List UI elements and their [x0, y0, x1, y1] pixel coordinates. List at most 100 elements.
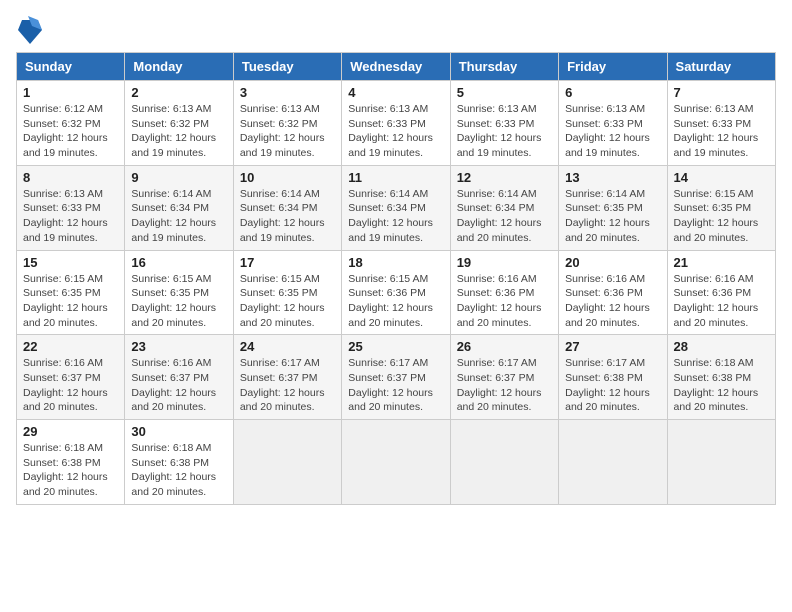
- day-header-monday: Monday: [125, 53, 233, 81]
- day-number: 21: [674, 255, 769, 270]
- calendar-cell: 30Sunrise: 6:18 AMSunset: 6:38 PMDayligh…: [125, 420, 233, 505]
- day-number: 25: [348, 339, 443, 354]
- calendar-cell: 5 Sunrise: 6:13 AMSunset: 6:33 PMDaylight…: [450, 81, 558, 166]
- day-detail: Sunrise: 6:12 AMSunset: 6:32 PMDaylight:…: [23, 102, 118, 161]
- calendar-cell: 17Sunrise: 6:15 AMSunset: 6:35 PMDayligh…: [233, 250, 341, 335]
- day-detail: Sunrise: 6:17 AMSunset: 6:37 PMDaylight:…: [457, 356, 552, 415]
- day-number: 8: [23, 170, 118, 185]
- day-number: 6: [565, 85, 660, 100]
- calendar-week-4: 22 Sunrise: 6:16 AMSunset: 6:37 PMDayligh…: [17, 335, 776, 420]
- day-header-tuesday: Tuesday: [233, 53, 341, 81]
- day-detail: Sunrise: 6:13 AMSunset: 6:33 PMDaylight:…: [674, 102, 769, 161]
- day-detail: Sunrise: 6:16 AMSunset: 6:36 PMDaylight:…: [457, 272, 552, 331]
- day-number: 7: [674, 85, 769, 100]
- calendar-cell: 13 Sunrise: 6:14 AMSunset: 6:35 PMDayligh…: [559, 165, 667, 250]
- calendar-table: SundayMondayTuesdayWednesdayThursdayFrid…: [16, 52, 776, 505]
- day-number: 17: [240, 255, 335, 270]
- calendar-cell: 15 Sunrise: 6:15 AMSunset: 6:35 PMDayligh…: [17, 250, 125, 335]
- day-detail: Sunrise: 6:13 AMSunset: 6:33 PMDaylight:…: [23, 187, 118, 246]
- calendar-cell: [342, 420, 450, 505]
- calendar-cell: 21 Sunrise: 6:16 AMSunset: 6:36 PMDayligh…: [667, 250, 775, 335]
- day-detail: Sunrise: 6:15 AMSunset: 6:35 PMDaylight:…: [674, 187, 769, 246]
- day-number: 19: [457, 255, 552, 270]
- day-detail: Sunrise: 6:13 AMSunset: 6:33 PMDaylight:…: [348, 102, 443, 161]
- day-detail: Sunrise: 6:14 AMSunset: 6:35 PMDaylight:…: [565, 187, 660, 246]
- day-number: 12: [457, 170, 552, 185]
- calendar-cell: 6 Sunrise: 6:13 AMSunset: 6:33 PMDaylight…: [559, 81, 667, 166]
- day-header-friday: Friday: [559, 53, 667, 81]
- day-number: 22: [23, 339, 118, 354]
- page-header: [16, 16, 776, 44]
- day-detail: Sunrise: 6:15 AMSunset: 6:36 PMDaylight:…: [348, 272, 443, 331]
- calendar-header-row: SundayMondayTuesdayWednesdayThursdayFrid…: [17, 53, 776, 81]
- calendar-cell: 25 Sunrise: 6:17 AMSunset: 6:37 PMDayligh…: [342, 335, 450, 420]
- day-detail: Sunrise: 6:16 AMSunset: 6:37 PMDaylight:…: [23, 356, 118, 415]
- calendar-cell: 28 Sunrise: 6:18 AMSunset: 6:38 PMDayligh…: [667, 335, 775, 420]
- calendar-cell: 8 Sunrise: 6:13 AMSunset: 6:33 PMDaylight…: [17, 165, 125, 250]
- day-number: 5: [457, 85, 552, 100]
- day-number: 26: [457, 339, 552, 354]
- calendar-cell: [233, 420, 341, 505]
- logo-icon: [18, 16, 42, 44]
- calendar-cell: 12 Sunrise: 6:14 AMSunset: 6:34 PMDayligh…: [450, 165, 558, 250]
- day-header-wednesday: Wednesday: [342, 53, 450, 81]
- calendar-cell: 9Sunrise: 6:14 AMSunset: 6:34 PMDaylight…: [125, 165, 233, 250]
- calendar-cell: 4Sunrise: 6:13 AMSunset: 6:33 PMDaylight…: [342, 81, 450, 166]
- day-detail: Sunrise: 6:18 AMSunset: 6:38 PMDaylight:…: [674, 356, 769, 415]
- day-detail: Sunrise: 6:15 AMSunset: 6:35 PMDaylight:…: [23, 272, 118, 331]
- day-number: 1: [23, 85, 118, 100]
- calendar-week-5: 29 Sunrise: 6:18 AMSunset: 6:38 PMDayligh…: [17, 420, 776, 505]
- day-number: 10: [240, 170, 335, 185]
- calendar-cell: 3Sunrise: 6:13 AMSunset: 6:32 PMDaylight…: [233, 81, 341, 166]
- calendar-cell: 22 Sunrise: 6:16 AMSunset: 6:37 PMDayligh…: [17, 335, 125, 420]
- day-number: 23: [131, 339, 226, 354]
- calendar-cell: 26 Sunrise: 6:17 AMSunset: 6:37 PMDayligh…: [450, 335, 558, 420]
- day-number: 13: [565, 170, 660, 185]
- day-detail: Sunrise: 6:15 AMSunset: 6:35 PMDaylight:…: [131, 272, 226, 331]
- day-detail: Sunrise: 6:13 AMSunset: 6:33 PMDaylight:…: [457, 102, 552, 161]
- calendar-cell: [559, 420, 667, 505]
- day-detail: Sunrise: 6:16 AMSunset: 6:37 PMDaylight:…: [131, 356, 226, 415]
- day-number: 29: [23, 424, 118, 439]
- calendar-cell: 24Sunrise: 6:17 AMSunset: 6:37 PMDayligh…: [233, 335, 341, 420]
- calendar-cell: 23 Sunrise: 6:16 AMSunset: 6:37 PMDayligh…: [125, 335, 233, 420]
- day-number: 20: [565, 255, 660, 270]
- calendar-cell: 11 Sunrise: 6:14 AMSunset: 6:34 PMDayligh…: [342, 165, 450, 250]
- calendar-cell: 20 Sunrise: 6:16 AMSunset: 6:36 PMDayligh…: [559, 250, 667, 335]
- day-number: 3: [240, 85, 335, 100]
- day-detail: Sunrise: 6:16 AMSunset: 6:36 PMDaylight:…: [565, 272, 660, 331]
- logo: [16, 16, 42, 44]
- calendar-cell: 2Sunrise: 6:13 AMSunset: 6:32 PMDaylight…: [125, 81, 233, 166]
- day-header-saturday: Saturday: [667, 53, 775, 81]
- day-detail: Sunrise: 6:17 AMSunset: 6:37 PMDaylight:…: [348, 356, 443, 415]
- day-detail: Sunrise: 6:14 AMSunset: 6:34 PMDaylight:…: [457, 187, 552, 246]
- day-number: 28: [674, 339, 769, 354]
- day-detail: Sunrise: 6:14 AMSunset: 6:34 PMDaylight:…: [348, 187, 443, 246]
- day-number: 18: [348, 255, 443, 270]
- calendar-cell: 10Sunrise: 6:14 AMSunset: 6:34 PMDayligh…: [233, 165, 341, 250]
- day-number: 15: [23, 255, 118, 270]
- calendar-cell: 16 Sunrise: 6:15 AMSunset: 6:35 PMDayligh…: [125, 250, 233, 335]
- calendar-cell: 27 Sunrise: 6:17 AMSunset: 6:38 PMDayligh…: [559, 335, 667, 420]
- calendar-cell: 14 Sunrise: 6:15 AMSunset: 6:35 PMDayligh…: [667, 165, 775, 250]
- calendar-cell: 7 Sunrise: 6:13 AMSunset: 6:33 PMDaylight…: [667, 81, 775, 166]
- calendar-week-2: 8 Sunrise: 6:13 AMSunset: 6:33 PMDaylight…: [17, 165, 776, 250]
- day-detail: Sunrise: 6:13 AMSunset: 6:33 PMDaylight:…: [565, 102, 660, 161]
- calendar-cell: 18 Sunrise: 6:15 AMSunset: 6:36 PMDayligh…: [342, 250, 450, 335]
- calendar-cell: [450, 420, 558, 505]
- day-number: 27: [565, 339, 660, 354]
- day-number: 11: [348, 170, 443, 185]
- day-number: 2: [131, 85, 226, 100]
- calendar-week-1: 1 Sunrise: 6:12 AMSunset: 6:32 PMDaylight…: [17, 81, 776, 166]
- day-header-thursday: Thursday: [450, 53, 558, 81]
- day-number: 14: [674, 170, 769, 185]
- calendar-cell: 29 Sunrise: 6:18 AMSunset: 6:38 PMDayligh…: [17, 420, 125, 505]
- calendar-cell: 1 Sunrise: 6:12 AMSunset: 6:32 PMDaylight…: [17, 81, 125, 166]
- day-number: 16: [131, 255, 226, 270]
- day-detail: Sunrise: 6:18 AMSunset: 6:38 PMDaylight:…: [23, 441, 118, 500]
- day-detail: Sunrise: 6:17 AMSunset: 6:38 PMDaylight:…: [565, 356, 660, 415]
- day-detail: Sunrise: 6:16 AMSunset: 6:36 PMDaylight:…: [674, 272, 769, 331]
- day-number: 24: [240, 339, 335, 354]
- day-detail: Sunrise: 6:14 AMSunset: 6:34 PMDaylight:…: [131, 187, 226, 246]
- day-header-sunday: Sunday: [17, 53, 125, 81]
